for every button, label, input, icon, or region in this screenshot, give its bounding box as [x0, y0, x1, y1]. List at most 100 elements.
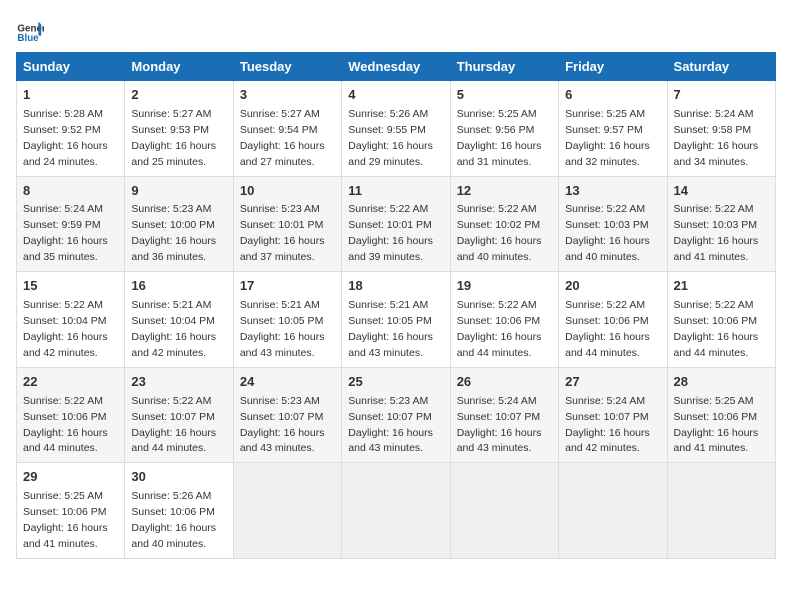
weekday-header: Thursday: [450, 53, 558, 81]
day-number: 14: [674, 182, 769, 201]
calendar-cell: 4 Sunrise: 5:26 AMSunset: 9:55 PMDaylight…: [342, 81, 450, 177]
day-number: 30: [131, 468, 226, 487]
day-number: 29: [23, 468, 118, 487]
calendar-cell: 11 Sunrise: 5:22 AMSunset: 10:01 PMDaylig…: [342, 176, 450, 272]
calendar-cell: 1 Sunrise: 5:28 AMSunset: 9:52 PMDaylight…: [17, 81, 125, 177]
day-number: 18: [348, 277, 443, 296]
calendar-cell: 6 Sunrise: 5:25 AMSunset: 9:57 PMDaylight…: [559, 81, 667, 177]
logo: General Blue: [16, 16, 48, 44]
day-number: 15: [23, 277, 118, 296]
day-info: Sunrise: 5:24 AMSunset: 10:07 PMDaylight…: [565, 395, 650, 455]
day-info: Sunrise: 5:28 AMSunset: 9:52 PMDaylight:…: [23, 108, 108, 168]
calendar-cell: 12Sunrise: 5:22 AMSunset: 10:02 PMDaylig…: [450, 176, 558, 272]
day-number: 24: [240, 373, 335, 392]
calendar-cell: 2Sunrise: 5:27 AMSunset: 9:53 PMDaylight…: [125, 81, 233, 177]
calendar-cell: 18 Sunrise: 5:21 AMSunset: 10:05 PMDaylig…: [342, 272, 450, 368]
day-info: Sunrise: 5:25 AMSunset: 10:06 PMDaylight…: [23, 490, 108, 550]
calendar-cell: 15 Sunrise: 5:22 AMSunset: 10:04 PMDaylig…: [17, 272, 125, 368]
calendar-cell: 7 Sunrise: 5:24 AMSunset: 9:58 PMDaylight…: [667, 81, 775, 177]
day-info: Sunrise: 5:23 AMSunset: 10:01 PMDaylight…: [240, 203, 325, 263]
calendar-cell: [342, 463, 450, 559]
day-number: 23: [131, 373, 226, 392]
calendar-cell: [559, 463, 667, 559]
calendar-cell: 5 Sunrise: 5:25 AMSunset: 9:56 PMDaylight…: [450, 81, 558, 177]
calendar-week-row: 8 Sunrise: 5:24 AMSunset: 9:59 PMDaylight…: [17, 176, 776, 272]
calendar-cell: 10 Sunrise: 5:23 AMSunset: 10:01 PMDaylig…: [233, 176, 341, 272]
calendar-cell: 30 Sunrise: 5:26 AMSunset: 10:06 PMDaylig…: [125, 463, 233, 559]
day-info: Sunrise: 5:22 AMSunset: 10:03 PMDaylight…: [674, 203, 759, 263]
day-info: Sunrise: 5:26 AMSunset: 10:06 PMDaylight…: [131, 490, 216, 550]
day-info: Sunrise: 5:26 AMSunset: 9:55 PMDaylight:…: [348, 108, 433, 168]
weekday-header: Tuesday: [233, 53, 341, 81]
day-number: 28: [674, 373, 769, 392]
day-number: 9: [131, 182, 226, 201]
day-info: Sunrise: 5:23 AMSunset: 10:00 PMDaylight…: [131, 203, 216, 263]
day-info: Sunrise: 5:27 AMSunset: 9:53 PMDaylight:…: [131, 108, 216, 168]
calendar-cell: 20 Sunrise: 5:22 AMSunset: 10:06 PMDaylig…: [559, 272, 667, 368]
day-number: 19: [457, 277, 552, 296]
day-number: 6: [565, 86, 660, 105]
calendar-cell: [233, 463, 341, 559]
day-info: Sunrise: 5:23 AMSunset: 10:07 PMDaylight…: [240, 395, 325, 455]
calendar-cell: [450, 463, 558, 559]
day-info: Sunrise: 5:22 AMSunset: 10:06 PMDaylight…: [23, 395, 108, 455]
day-number: 1: [23, 86, 118, 105]
day-number: 17: [240, 277, 335, 296]
calendar-cell: 27 Sunrise: 5:24 AMSunset: 10:07 PMDaylig…: [559, 367, 667, 463]
day-number: 21: [674, 277, 769, 296]
weekday-header: Saturday: [667, 53, 775, 81]
calendar-cell: 13 Sunrise: 5:22 AMSunset: 10:03 PMDaylig…: [559, 176, 667, 272]
day-info: Sunrise: 5:21 AMSunset: 10:04 PMDaylight…: [131, 299, 216, 359]
weekday-header: Friday: [559, 53, 667, 81]
day-number: 27: [565, 373, 660, 392]
calendar-cell: 3Sunrise: 5:27 AMSunset: 9:54 PMDaylight…: [233, 81, 341, 177]
day-number: 13: [565, 182, 660, 201]
day-number: 25: [348, 373, 443, 392]
day-info: Sunrise: 5:22 AMSunset: 10:03 PMDaylight…: [565, 203, 650, 263]
calendar-cell: 8 Sunrise: 5:24 AMSunset: 9:59 PMDaylight…: [17, 176, 125, 272]
day-info: Sunrise: 5:24 AMSunset: 9:58 PMDaylight:…: [674, 108, 759, 168]
day-info: Sunrise: 5:23 AMSunset: 10:07 PMDaylight…: [348, 395, 433, 455]
calendar-cell: 25 Sunrise: 5:23 AMSunset: 10:07 PMDaylig…: [342, 367, 450, 463]
day-info: Sunrise: 5:22 AMSunset: 10:06 PMDaylight…: [565, 299, 650, 359]
day-info: Sunrise: 5:21 AMSunset: 10:05 PMDaylight…: [348, 299, 433, 359]
day-number: 22: [23, 373, 118, 392]
day-number: 7: [674, 86, 769, 105]
day-number: 20: [565, 277, 660, 296]
day-info: Sunrise: 5:21 AMSunset: 10:05 PMDaylight…: [240, 299, 325, 359]
calendar-cell: 9 Sunrise: 5:23 AMSunset: 10:00 PMDayligh…: [125, 176, 233, 272]
day-info: Sunrise: 5:22 AMSunset: 10:06 PMDaylight…: [457, 299, 542, 359]
calendar-cell: 28 Sunrise: 5:25 AMSunset: 10:06 PMDaylig…: [667, 367, 775, 463]
calendar-week-row: 22 Sunrise: 5:22 AMSunset: 10:06 PMDaylig…: [17, 367, 776, 463]
day-number: 11: [348, 182, 443, 201]
weekday-header: Sunday: [17, 53, 125, 81]
day-info: Sunrise: 5:22 AMSunset: 10:01 PMDaylight…: [348, 203, 433, 263]
day-info: Sunrise: 5:25 AMSunset: 9:56 PMDaylight:…: [457, 108, 542, 168]
calendar-week-row: 1 Sunrise: 5:28 AMSunset: 9:52 PMDaylight…: [17, 81, 776, 177]
header: General Blue: [16, 16, 776, 44]
calendar-cell: 22 Sunrise: 5:22 AMSunset: 10:06 PMDaylig…: [17, 367, 125, 463]
day-number: 10: [240, 182, 335, 201]
calendar-week-row: 15 Sunrise: 5:22 AMSunset: 10:04 PMDaylig…: [17, 272, 776, 368]
day-number: 4: [348, 86, 443, 105]
calendar-week-row: 29 Sunrise: 5:25 AMSunset: 10:06 PMDaylig…: [17, 463, 776, 559]
day-info: Sunrise: 5:25 AMSunset: 10:06 PMDaylight…: [674, 395, 759, 455]
day-number: 8: [23, 182, 118, 201]
calendar-cell: 26Sunrise: 5:24 AMSunset: 10:07 PMDaylig…: [450, 367, 558, 463]
calendar-cell: 29 Sunrise: 5:25 AMSunset: 10:06 PMDaylig…: [17, 463, 125, 559]
calendar-table: SundayMondayTuesdayWednesdayThursdayFrid…: [16, 52, 776, 559]
calendar-cell: 19 Sunrise: 5:22 AMSunset: 10:06 PMDaylig…: [450, 272, 558, 368]
day-info: Sunrise: 5:22 AMSunset: 10:07 PMDaylight…: [131, 395, 216, 455]
calendar-cell: [667, 463, 775, 559]
day-number: 5: [457, 86, 552, 105]
weekday-header: Wednesday: [342, 53, 450, 81]
day-info: Sunrise: 5:22 AMSunset: 10:04 PMDaylight…: [23, 299, 108, 359]
day-info: Sunrise: 5:25 AMSunset: 9:57 PMDaylight:…: [565, 108, 650, 168]
day-info: Sunrise: 5:24 AMSunset: 9:59 PMDaylight:…: [23, 203, 108, 263]
day-info: Sunrise: 5:22 AMSunset: 10:02 PMDaylight…: [457, 203, 542, 263]
day-number: 16: [131, 277, 226, 296]
calendar-cell: 24 Sunrise: 5:23 AMSunset: 10:07 PMDaylig…: [233, 367, 341, 463]
day-info: Sunrise: 5:27 AMSunset: 9:54 PMDaylight:…: [240, 108, 325, 168]
svg-text:Blue: Blue: [17, 33, 39, 44]
logo-icon: General Blue: [16, 16, 44, 44]
